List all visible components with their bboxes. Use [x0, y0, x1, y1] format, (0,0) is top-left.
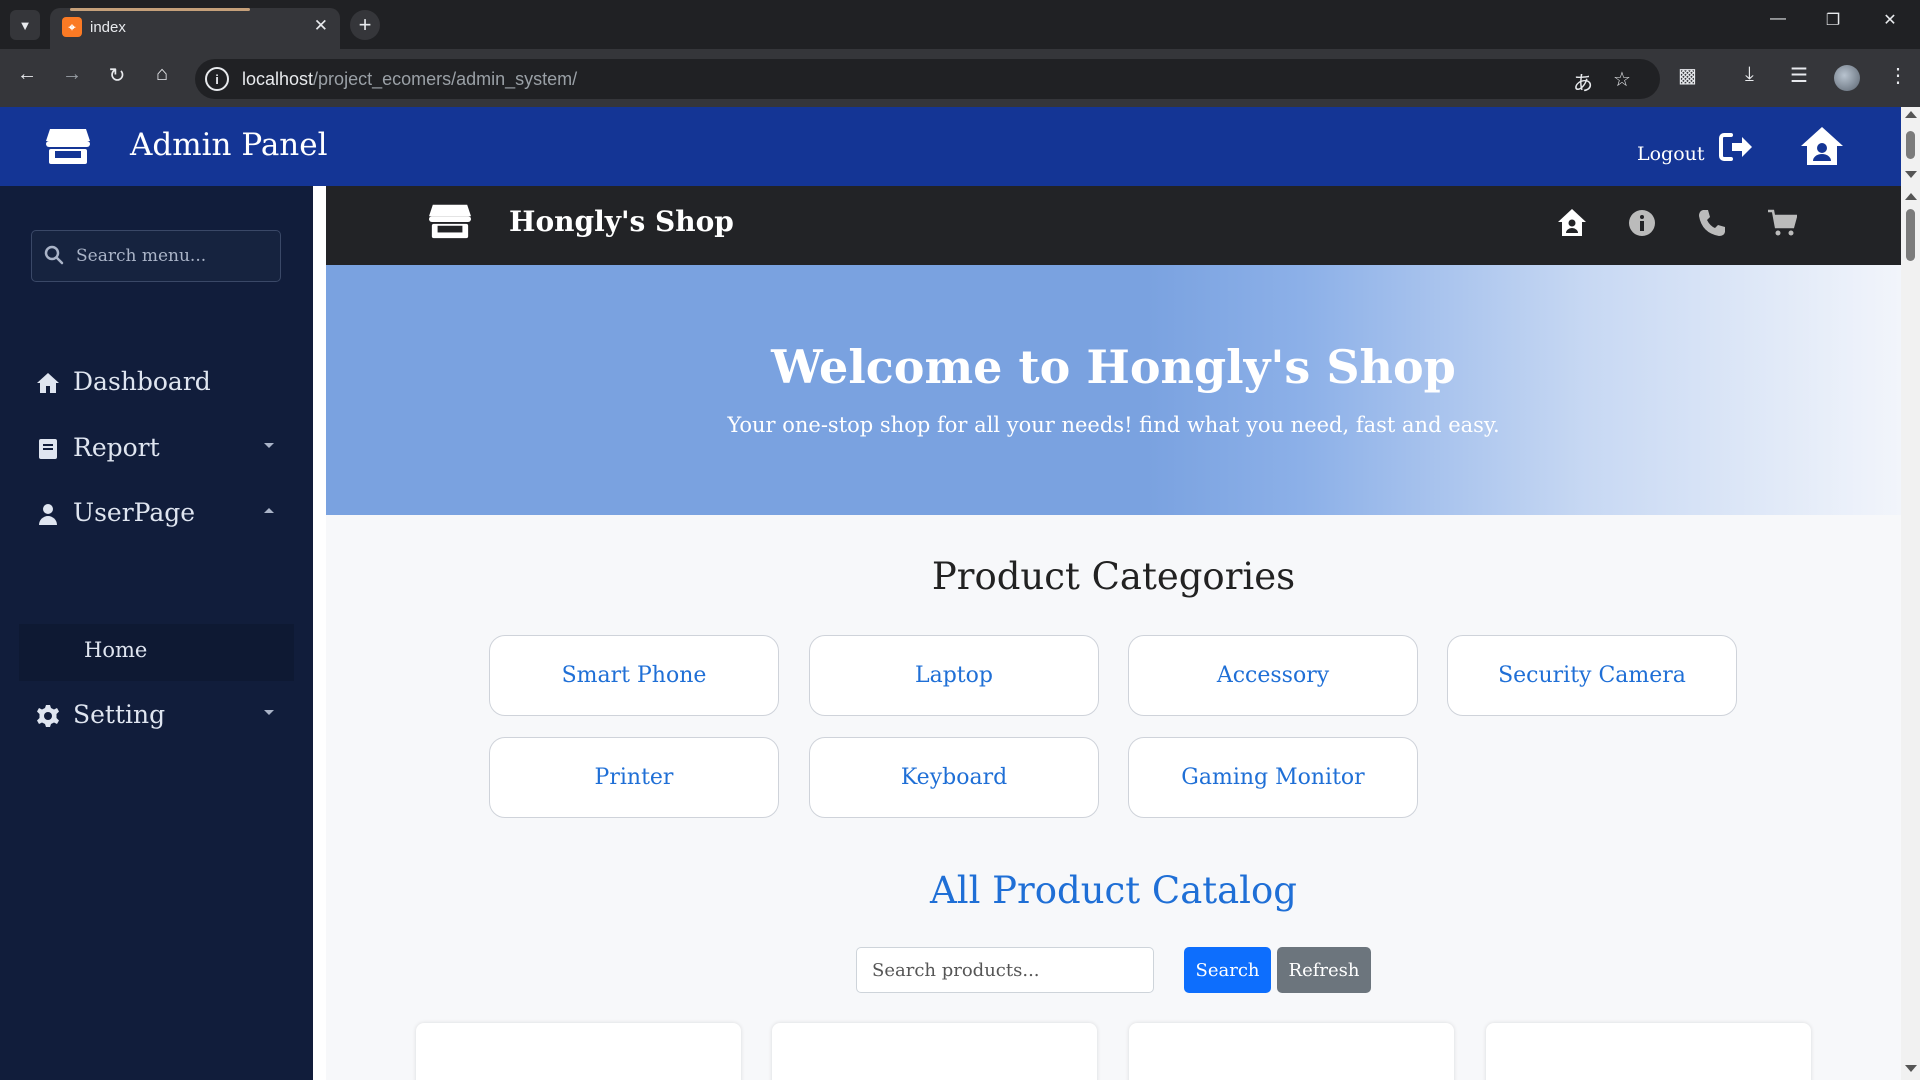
- page-scrollbar[interactable]: [1901, 107, 1920, 1080]
- product-card[interactable]: [772, 1023, 1097, 1080]
- category-gaming-monitor[interactable]: Gaming Monitor: [1128, 737, 1418, 818]
- profile-avatar[interactable]: [1834, 65, 1860, 91]
- tab-loading-indicator: [70, 8, 250, 11]
- admin-header: Admin Panel Logout: [0, 107, 1920, 186]
- sidebar-subitem-home[interactable]: Home: [19, 624, 294, 681]
- store-icon: [46, 129, 90, 164]
- scroll-up-arrow[interactable]: [1905, 111, 1917, 118]
- sidebar-search: [31, 230, 281, 282]
- logout-link[interactable]: Logout: [1637, 143, 1705, 165]
- category-smart-phone[interactable]: Smart Phone: [489, 635, 779, 716]
- tab-title: index: [90, 19, 126, 36]
- cart-icon[interactable]: [1767, 208, 1797, 238]
- sidebar: Dashboard Report UserPage Home: [0, 186, 313, 1080]
- inner-scroll-up-arrow[interactable]: [1905, 193, 1917, 200]
- sidebar-item-label: Report: [73, 433, 160, 462]
- hero-heading: Welcome to Hongly's Shop: [771, 340, 1456, 394]
- chevron-down-icon: [264, 443, 274, 448]
- tab-search-button[interactable]: ▼: [10, 10, 40, 40]
- gear-icon: [37, 705, 59, 727]
- window-close-icon[interactable]: ✕: [1870, 10, 1910, 30]
- store-icon[interactable]: [429, 202, 471, 240]
- browser-toolbar: ← → ↻ ⌂ i localhost/project_ecomers/admi…: [0, 49, 1920, 107]
- logout-icon[interactable]: [1718, 131, 1754, 163]
- chevron-up-icon: [264, 508, 274, 513]
- address-bar[interactable]: i localhost/project_ecomers/admin_system…: [195, 59, 1660, 99]
- hero-banner: Welcome to Hongly's Shop Your one-stop s…: [326, 265, 1901, 515]
- url-path: /project_ecomers/admin_system/: [313, 69, 578, 89]
- search-menu-input[interactable]: [76, 243, 271, 269]
- category-keyboard[interactable]: Keyboard: [809, 737, 1099, 818]
- close-icon[interactable]: ✕: [314, 16, 328, 36]
- product-card[interactable]: [416, 1023, 741, 1080]
- shop-navbar: Hongly's Shop: [326, 186, 1901, 265]
- search-icon: [44, 245, 64, 265]
- page-viewport: Admin Panel Logout Dashboard: [0, 107, 1920, 1080]
- new-tab-button[interactable]: +: [350, 10, 380, 40]
- hero-subtitle: Your one-stop shop for all your needs! f…: [727, 413, 1500, 437]
- phone-icon[interactable]: [1697, 208, 1727, 238]
- outer-scroll-thumb[interactable]: [1906, 131, 1915, 159]
- category-laptop[interactable]: Laptop: [809, 635, 1099, 716]
- inner-scroll-thumb[interactable]: [1906, 209, 1915, 261]
- inner-scroll-down-arrow[interactable]: [1905, 1065, 1917, 1072]
- home-icon[interactable]: [1557, 208, 1587, 238]
- home-button-icon[interactable]: ⌂: [147, 63, 177, 86]
- sidebar-item-label: Setting: [73, 700, 166, 729]
- sidebar-divider: [313, 186, 326, 1080]
- xampp-favicon-icon: ⌖: [62, 17, 82, 37]
- refresh-button[interactable]: Refresh: [1277, 947, 1371, 993]
- sidebar-subitem-label: Home: [84, 638, 148, 662]
- back-icon[interactable]: ←: [12, 63, 42, 86]
- forward-icon[interactable]: →: [57, 63, 87, 86]
- scroll-down-arrow[interactable]: [1905, 171, 1917, 178]
- url-host: localhost: [242, 69, 314, 89]
- info-icon[interactable]: [1627, 208, 1657, 238]
- home-icon: [37, 373, 59, 393]
- download-icon[interactable]: ⤓: [1745, 63, 1754, 86]
- extensions-icon[interactable]: ▩: [1678, 63, 1697, 88]
- browser-tab[interactable]: ⌖ index ✕: [50, 8, 340, 49]
- sidebar-item-dashboard[interactable]: Dashboard: [0, 358, 313, 408]
- sidebar-item-label: UserPage: [73, 498, 196, 527]
- sidebar-item-report[interactable]: Report: [0, 424, 313, 474]
- minimize-icon[interactable]: —: [1758, 10, 1798, 28]
- sidebar-item-label: Dashboard: [73, 367, 211, 396]
- site-info-icon[interactable]: i: [205, 67, 229, 91]
- search-button[interactable]: Search: [1184, 947, 1271, 993]
- catalog-title: All Product Catalog: [930, 869, 1297, 912]
- report-icon: [39, 439, 57, 459]
- shop-brand-title[interactable]: Hongly's Shop: [509, 205, 734, 238]
- chevron-down-icon: [264, 710, 274, 715]
- home-icon[interactable]: [1800, 126, 1844, 166]
- sidebar-item-setting[interactable]: Setting: [0, 691, 313, 741]
- restore-icon[interactable]: ❐: [1813, 10, 1853, 30]
- translate-icon[interactable]: あ: [1573, 67, 1593, 96]
- browser-tab-strip: ▼ ⌖ index ✕ + — ❐ ✕: [0, 0, 1920, 49]
- product-search-input[interactable]: [856, 947, 1154, 993]
- admin-panel-title: Admin Panel: [130, 127, 328, 163]
- product-card[interactable]: [1486, 1023, 1811, 1080]
- bookmark-star-icon[interactable]: ☆: [1613, 67, 1631, 92]
- sidebar-item-userpage[interactable]: UserPage: [0, 489, 313, 539]
- categories-title: Product Categories: [931, 555, 1296, 598]
- browser-menu-icon[interactable]: ⋮: [1888, 63, 1908, 88]
- category-security-camera[interactable]: Security Camera: [1447, 635, 1737, 716]
- user-icon: [39, 504, 57, 525]
- product-card[interactable]: [1129, 1023, 1454, 1080]
- category-printer[interactable]: Printer: [489, 737, 779, 818]
- product-image: [827, 1063, 1047, 1080]
- url-text[interactable]: localhost/project_ecomers/admin_system/: [242, 69, 577, 90]
- category-accessory[interactable]: Accessory: [1128, 635, 1418, 716]
- reload-icon[interactable]: ↻: [102, 63, 132, 88]
- media-control-icon[interactable]: ☰: [1790, 63, 1808, 88]
